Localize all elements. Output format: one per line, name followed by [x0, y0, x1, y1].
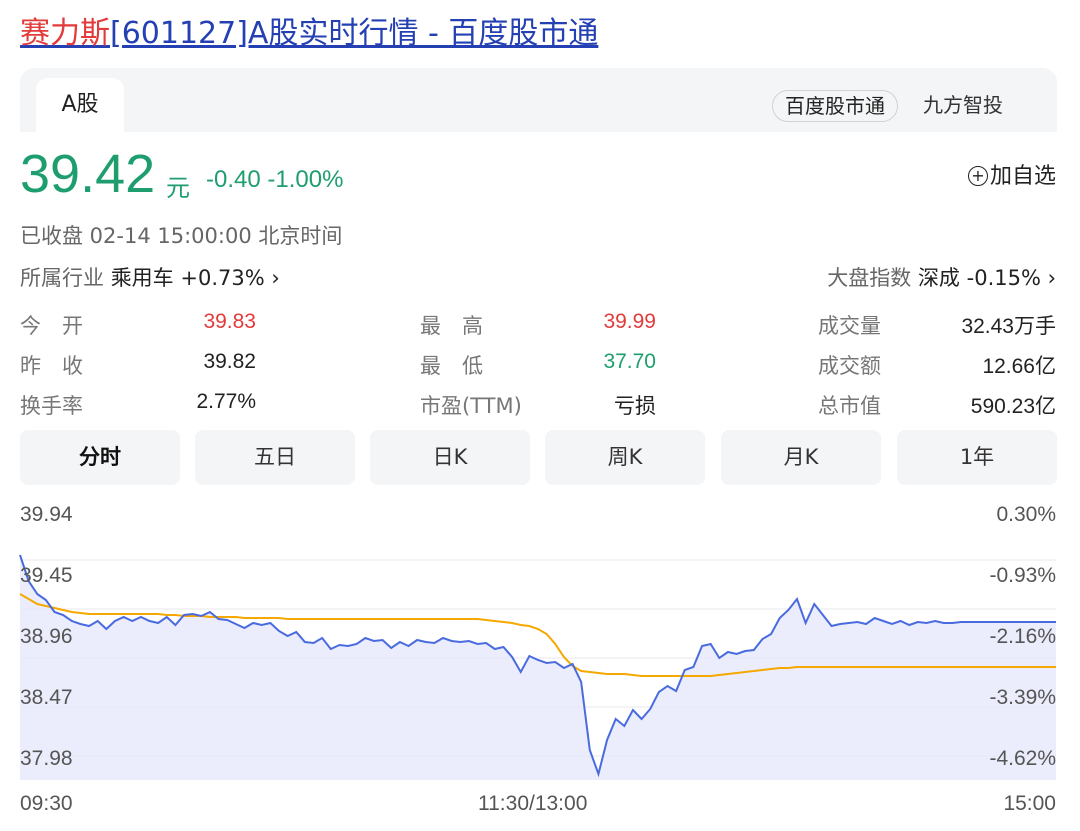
y-tick-label: 39.94 [20, 503, 73, 526]
intraday-chart[interactable] [0, 0, 1080, 831]
y-tick-label: 37.98 [20, 747, 73, 770]
x-tick-label: 11:30/13:00 [478, 792, 588, 815]
y-pct-label: 0.30% [996, 503, 1056, 526]
y-pct-label: -4.62% [989, 747, 1056, 770]
y-tick-label: 39.45 [20, 564, 73, 587]
x-tick-label: 15:00 [1003, 792, 1056, 815]
y-tick-label: 38.96 [20, 625, 73, 648]
y-tick-label: 38.47 [20, 686, 73, 709]
y-pct-label: -2.16% [989, 625, 1056, 648]
y-pct-label: -3.39% [989, 686, 1056, 709]
y-pct-label: -0.93% [989, 564, 1056, 587]
x-tick-label: 09:30 [20, 792, 73, 815]
